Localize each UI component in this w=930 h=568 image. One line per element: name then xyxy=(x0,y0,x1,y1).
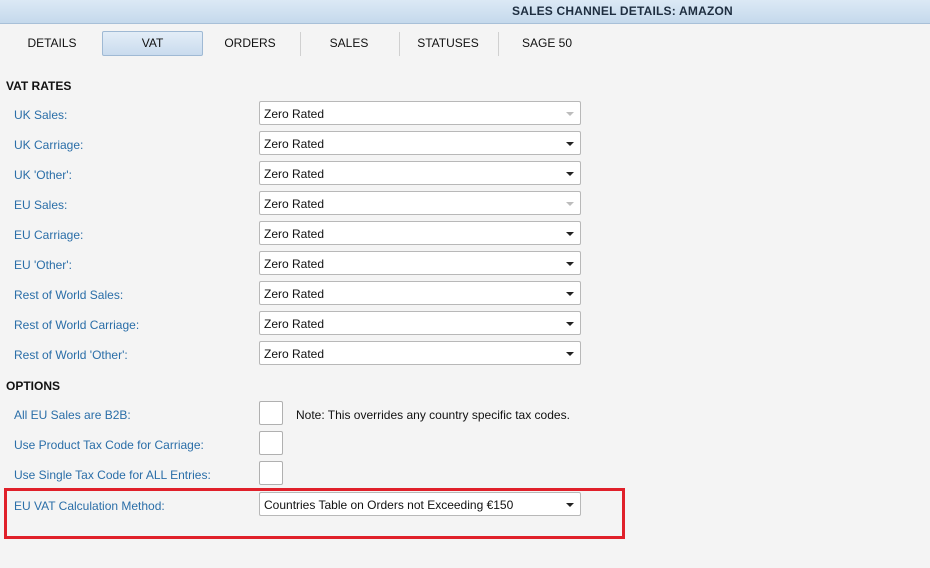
all-eu-b2b-checkbox[interactable] xyxy=(259,401,283,425)
vat-row-label: UK Carriage: xyxy=(14,138,84,152)
tab-vat[interactable]: VAT xyxy=(102,31,203,56)
tab-sage-50[interactable]: SAGE 50 xyxy=(509,31,585,56)
vat-rate-value: Zero Rated xyxy=(264,347,325,361)
tab-separator xyxy=(300,32,301,56)
tab-orders[interactable]: ORDERS xyxy=(212,31,288,56)
options-header: OPTIONS xyxy=(6,379,61,393)
single-tax-code-checkbox[interactable] xyxy=(259,461,283,485)
vat-rate-value: Zero Rated xyxy=(264,137,325,151)
highlight-box xyxy=(4,488,625,539)
tab-separator xyxy=(399,32,400,56)
vat-rate-value: Zero Rated xyxy=(264,167,325,181)
chevron-down-icon xyxy=(566,202,574,206)
single-tax-code-label: Use Single Tax Code for ALL Entries: xyxy=(14,468,211,482)
vat-rate-select[interactable]: Zero Rated xyxy=(259,251,581,275)
vat-row-label: UK 'Other': xyxy=(14,168,72,182)
chevron-down-icon xyxy=(566,292,574,296)
vat-rate-value: Zero Rated xyxy=(264,317,325,331)
all-eu-b2b-label: All EU Sales are B2B: xyxy=(14,408,131,422)
vat-rates-header: VAT RATES xyxy=(6,79,72,93)
vat-row-label: UK Sales: xyxy=(14,108,68,122)
b2b-note: Note: This overrides any country specifi… xyxy=(296,408,570,422)
vat-rate-value: Zero Rated xyxy=(264,197,325,211)
vat-rate-value: Zero Rated xyxy=(264,107,325,121)
window-titlebar: SALES CHANNEL DETAILS: AMAZON xyxy=(0,0,930,24)
vat-rate-select[interactable]: Zero Rated xyxy=(259,341,581,365)
product-tax-carriage-label: Use Product Tax Code for Carriage: xyxy=(14,438,204,452)
chevron-down-icon xyxy=(566,262,574,266)
chevron-down-icon xyxy=(566,232,574,236)
vat-row-label: Rest of World Carriage: xyxy=(14,318,140,332)
vat-row-label: EU 'Other': xyxy=(14,258,72,272)
tab-details[interactable]: DETAILS xyxy=(14,31,90,56)
vat-row-label: EU Carriage: xyxy=(14,228,84,242)
vat-rate-select[interactable]: Zero Rated xyxy=(259,161,581,185)
vat-rate-value: Zero Rated xyxy=(264,227,325,241)
vat-rate-value: Zero Rated xyxy=(264,287,325,301)
tab-statuses[interactable]: STATUSES xyxy=(409,31,487,56)
vat-rate-select[interactable]: Zero Rated xyxy=(259,131,581,155)
chevron-down-icon xyxy=(566,142,574,146)
tab-separator xyxy=(498,32,499,56)
vat-row-label: EU Sales: xyxy=(14,198,68,212)
vat-rate-select[interactable]: Zero Rated xyxy=(259,311,581,335)
window-title: SALES CHANNEL DETAILS: AMAZON xyxy=(512,4,733,18)
vat-rate-select: Zero Rated xyxy=(259,101,581,125)
product-tax-carriage-checkbox[interactable] xyxy=(259,431,283,455)
vat-rate-select[interactable]: Zero Rated xyxy=(259,281,581,305)
vat-row-label: Rest of World Sales: xyxy=(14,288,124,302)
vat-rate-select: Zero Rated xyxy=(259,191,581,215)
chevron-down-icon xyxy=(566,172,574,176)
chevron-down-icon xyxy=(566,322,574,326)
vat-rate-value: Zero Rated xyxy=(264,257,325,271)
vat-row-label: Rest of World 'Other': xyxy=(14,348,128,362)
chevron-down-icon xyxy=(566,112,574,116)
tab-sales[interactable]: SALES xyxy=(311,31,387,56)
tab-bar: DETAILS VAT ORDERS SALES STATUSES SAGE 5… xyxy=(0,30,930,58)
chevron-down-icon xyxy=(566,352,574,356)
vat-rate-select[interactable]: Zero Rated xyxy=(259,221,581,245)
